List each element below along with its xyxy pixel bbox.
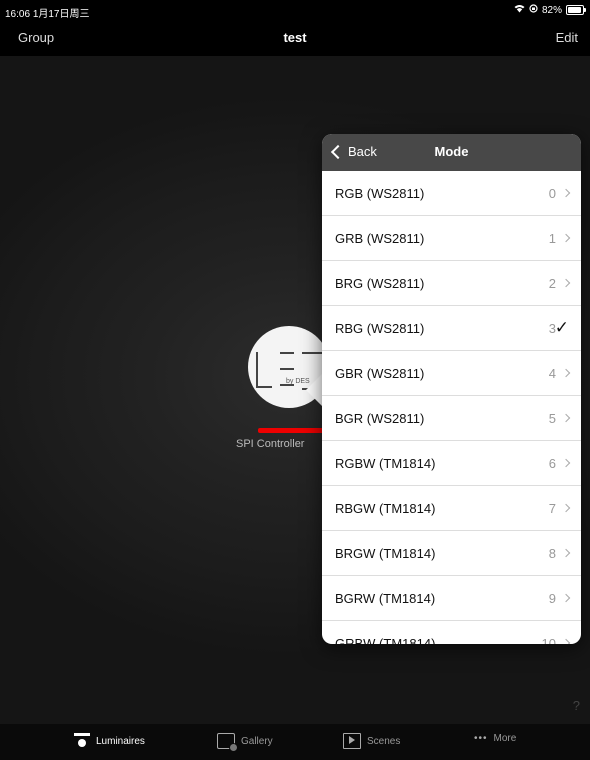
popover-title: Mode: [434, 144, 469, 159]
tab-more-label: More: [493, 733, 517, 744]
mode-name: GBR (WS2811): [335, 366, 425, 381]
mode-name: GRB (WS2811): [335, 231, 425, 246]
mode-value: 8: [548, 546, 556, 561]
mode-row[interactable]: GBR (WS2811) 4: [322, 351, 581, 396]
mode-row[interactable]: BGR (WS2811) 5: [322, 396, 581, 441]
mode-value: 10: [541, 636, 556, 644]
rotation-lock-icon: [529, 4, 538, 16]
mode-name: RBG (WS2811): [335, 321, 425, 336]
mode-value: 7: [548, 501, 556, 516]
chevron-right-icon: [561, 278, 571, 288]
status-bar: 16:06 1月17日周三 82%: [0, 0, 590, 20]
chevron-right-icon: [561, 593, 571, 603]
scenes-icon: [343, 733, 361, 749]
mode-name: BRG (WS2811): [335, 276, 425, 291]
mode-value: 5: [548, 411, 556, 426]
tab-scenes[interactable]: Scenes: [343, 733, 400, 749]
chevron-right-icon: [561, 503, 571, 513]
battery-icon: [566, 5, 586, 15]
mode-name: GRBW (TM1814): [335, 636, 436, 644]
chevron-right-icon: [561, 548, 571, 558]
wifi-icon: [514, 4, 525, 16]
mode-value: 6: [548, 456, 556, 471]
mode-row[interactable]: GRBW (TM1814) 10: [322, 621, 581, 644]
more-icon: •••: [474, 733, 488, 744]
chevron-right-icon: [561, 638, 571, 644]
mode-list: RGB (WS2811) 0 GRB (WS2811) 1 BRG (WS2811) 2 R…: [322, 171, 581, 644]
gallery-icon: [217, 733, 238, 752]
chevron-right-icon: [561, 233, 571, 243]
mode-row[interactable]: BGRW (TM1814) 9: [322, 576, 581, 621]
mode-value: 0: [548, 186, 556, 201]
mode-name: RBGW (TM1814): [335, 501, 436, 516]
mode-row[interactable]: RGBW (TM1814) 6: [322, 441, 581, 486]
edit-button[interactable]: Edit: [556, 30, 578, 45]
mode-name: RGB (WS2811): [335, 186, 425, 201]
tab-scenes-label: Scenes: [367, 735, 401, 747]
mode-value: 1: [548, 231, 556, 246]
mode-row[interactable]: BRG (WS2811) 2: [322, 261, 581, 306]
checkmark-icon: ✓: [554, 318, 569, 337]
status-date: 1月17日周三: [32, 9, 90, 20]
help-button[interactable]: ?: [573, 698, 580, 713]
mode-row[interactable]: BRGW (TM1814) 8: [322, 531, 581, 576]
tab-luminaires-label: Luminaires: [96, 736, 145, 747]
mode-name: BGR (WS2811): [335, 411, 425, 426]
mode-name: BGRW (TM1814): [335, 591, 436, 606]
status-bar-indicator: [258, 428, 328, 433]
status-time-date: 16:06 1月17日周三: [5, 5, 90, 20]
chevron-right-icon: [561, 458, 571, 468]
node-label: SPI Controller: [236, 438, 305, 450]
luminaire-icon: [74, 733, 90, 750]
mode-popover: Back Mode RGB (WS2811) 0 GRB (WS2811) 1 BRG …: [322, 134, 581, 644]
mode-value: 2: [548, 276, 556, 291]
chevron-right-icon: [561, 368, 571, 378]
tab-more[interactable]: ••• More: [474, 733, 516, 744]
mode-row[interactable]: RBG (WS2811) 3 ✓: [322, 306, 581, 351]
mode-value: 9: [548, 591, 556, 606]
nav-bar: Group test Edit: [0, 20, 590, 56]
mode-name: BRGW (TM1814): [335, 546, 436, 561]
mode-row[interactable]: RBGW (TM1814) 7: [322, 486, 581, 531]
page-title: test: [283, 30, 307, 45]
status-time: 16:06: [5, 9, 31, 20]
chevron-right-icon: [561, 413, 571, 423]
status-right: 82%: [514, 4, 586, 16]
mode-value: 4: [548, 366, 556, 381]
tab-gallery-label: Gallery: [241, 735, 273, 747]
chevron-right-icon: [561, 188, 571, 198]
battery-percent: 82%: [541, 4, 562, 16]
tab-gallery[interactable]: Gallery: [217, 733, 273, 752]
mode-row[interactable]: RGB (WS2811) 0: [322, 171, 581, 216]
popover-header: Back Mode: [322, 134, 581, 171]
tab-luminaires[interactable]: Luminaires: [74, 733, 145, 750]
tab-bar: Luminaires Gallery Scenes ••• More: [0, 724, 590, 760]
mode-name: RGBW (TM1814): [335, 456, 436, 471]
mode-row[interactable]: GRB (WS2811) 1: [322, 216, 581, 261]
